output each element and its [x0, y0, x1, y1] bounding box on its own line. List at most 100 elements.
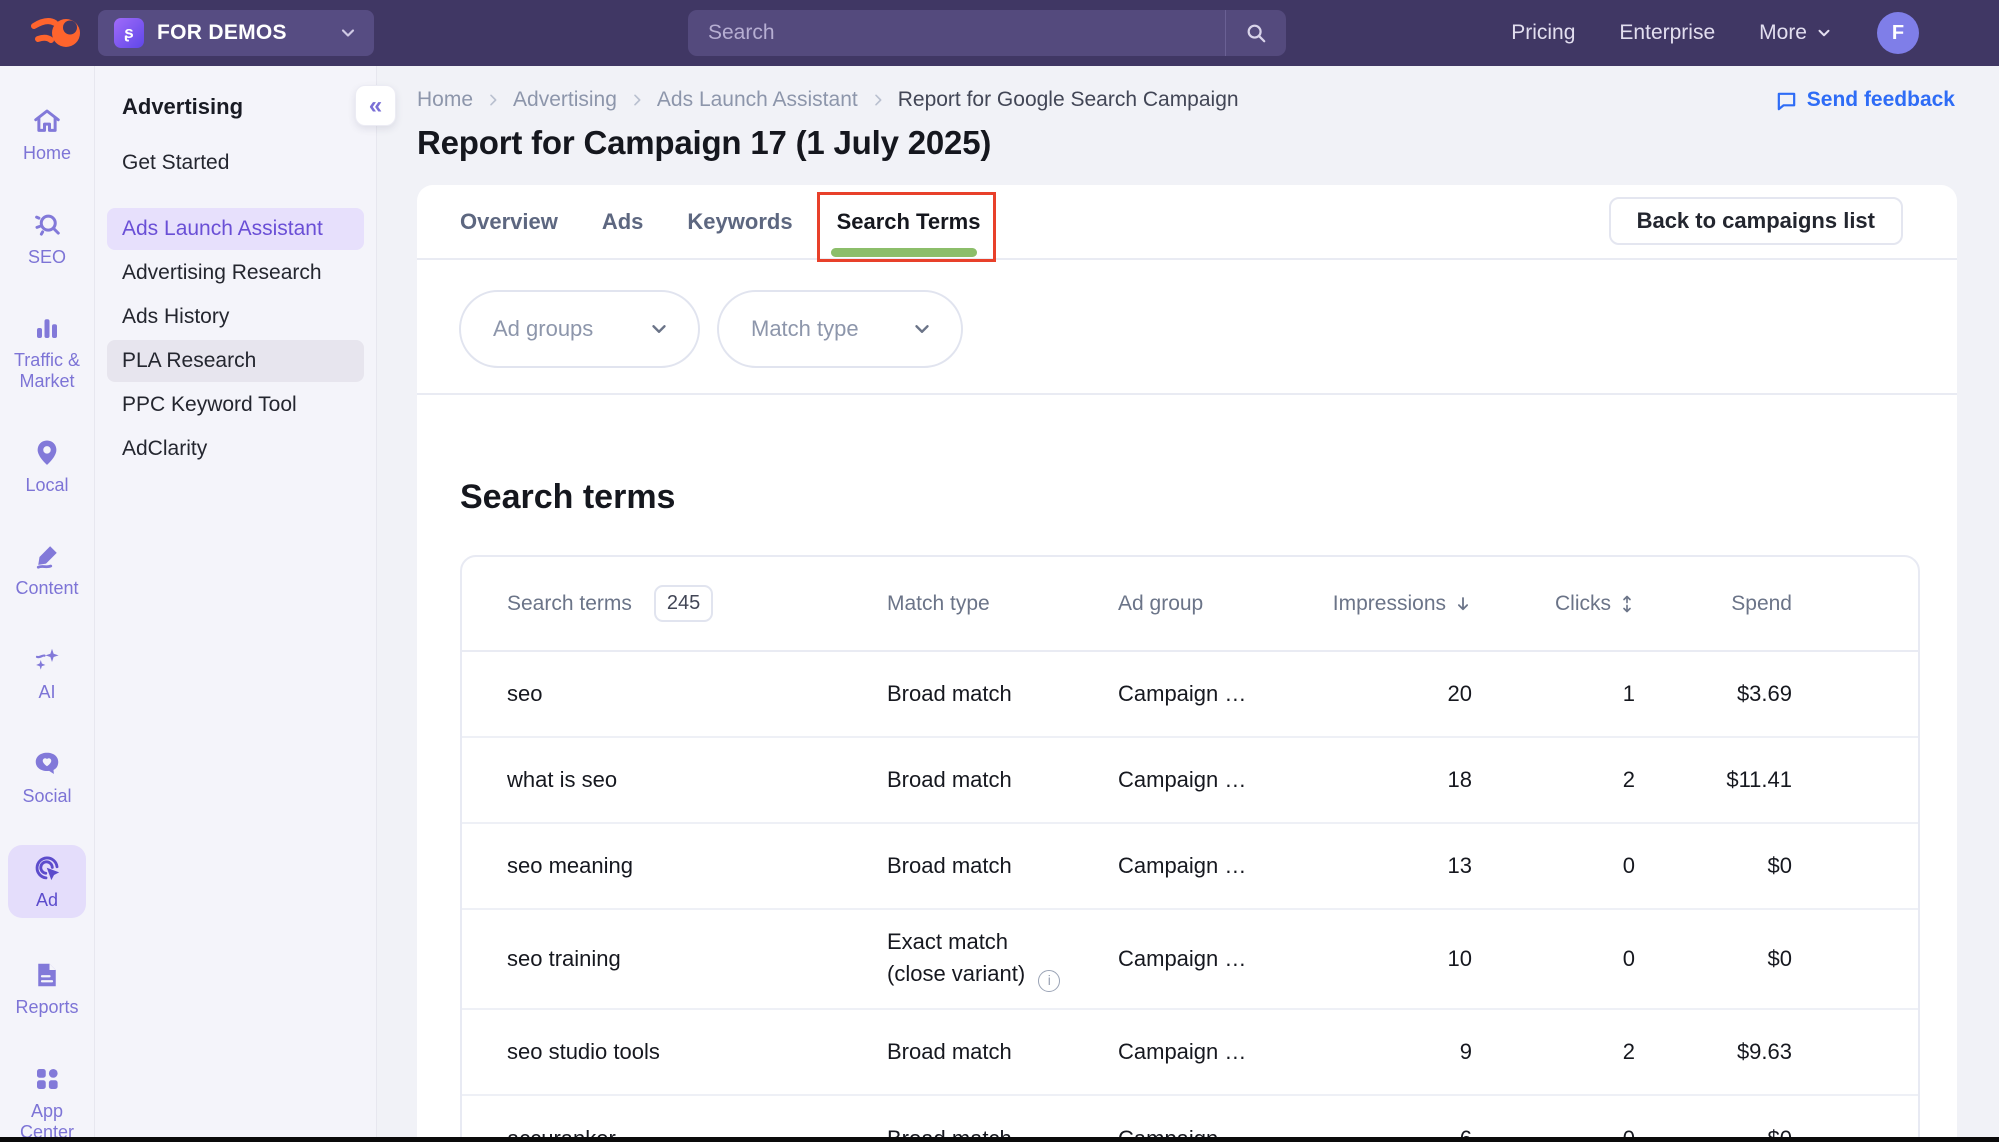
search-terms-table: Search terms 245 Match type Ad group Imp…	[460, 555, 1920, 1142]
search-icon[interactable]	[1226, 10, 1286, 56]
rail-item-reports[interactable]: Reports	[8, 952, 86, 1026]
col-match-type: Match type	[887, 592, 1118, 616]
rail-item-ai[interactable]: AI	[8, 637, 86, 711]
table-header: Search terms 245 Match type Ad group Imp…	[462, 557, 1918, 652]
reports-icon	[32, 960, 62, 990]
rail-item-social[interactable]: Social	[8, 741, 86, 815]
advertising-sidebar: « Advertising Get Started Ads Launch Ass…	[95, 66, 377, 1142]
search-term-cell: seo studio tools	[507, 1039, 887, 1065]
nav-enterprise[interactable]: Enterprise	[1619, 21, 1715, 45]
match-type-cell: Broad match	[887, 853, 1118, 879]
global-search	[688, 10, 1286, 56]
tab-search-terms[interactable]: Search Terms	[837, 209, 981, 235]
sort-desc-icon	[1454, 595, 1472, 613]
nav-more[interactable]: More	[1759, 21, 1833, 45]
col-search-terms: Search terms 245	[507, 585, 887, 622]
ad-group-cell: Campaign …	[1118, 946, 1312, 972]
col-impressions[interactable]: Impressions	[1312, 592, 1472, 616]
sidebar-item-get-started[interactable]: Get Started	[107, 142, 364, 184]
filter-bar: Ad groups Match type	[417, 260, 1957, 395]
table-row[interactable]: accuranker Broad match Campaign … 6 0 $0	[462, 1096, 1918, 1142]
count-badge: 245	[654, 585, 713, 622]
feedback-icon	[1775, 89, 1798, 112]
rail-item-seo[interactable]: SEO	[8, 202, 86, 276]
chevron-right-icon	[629, 92, 645, 108]
breadcrumb: Home Advertising Ads Launch Assistant Re…	[417, 88, 1239, 112]
nav-pricing[interactable]: Pricing	[1511, 21, 1575, 45]
ai-icon	[32, 645, 62, 675]
match-type-cell: Broad match	[887, 1039, 1118, 1065]
impressions-cell: 20	[1312, 681, 1472, 707]
ad-group-cell: Campaign …	[1118, 767, 1312, 793]
rail-item-home[interactable]: Home	[8, 98, 86, 172]
tab-ads[interactable]: Ads	[602, 209, 644, 235]
col-ad-group: Ad group	[1118, 592, 1312, 616]
col-spend: Spend	[1635, 592, 1792, 616]
project-selector[interactable]: ʂ FOR DEMOS	[98, 10, 374, 56]
table-row[interactable]: seo Broad match Campaign … 20 1 $3.69	[462, 652, 1918, 738]
breadcrumb-ads-launch-assistant[interactable]: Ads Launch Assistant	[657, 88, 858, 112]
ad-groups-filter[interactable]: Ad groups	[459, 290, 700, 368]
app-center-icon	[32, 1064, 62, 1094]
send-feedback-link[interactable]: Send feedback	[1775, 88, 1955, 112]
rail-item-content[interactable]: Content	[8, 533, 86, 607]
rail-item-app-center[interactable]: App Center	[8, 1056, 86, 1142]
table-row[interactable]: seo meaning Broad match Campaign … 13 0 …	[462, 824, 1918, 910]
match-type-cell: Broad match	[887, 681, 1118, 707]
clicks-cell: 0	[1472, 853, 1635, 879]
semrush-logo-icon[interactable]	[30, 13, 84, 53]
sidebar-item-pla-research[interactable]: PLA Research	[107, 340, 364, 382]
project-label: FOR DEMOS	[157, 21, 338, 45]
social-icon	[32, 749, 62, 779]
rail-item-traffic-market[interactable]: Traffic & Market	[8, 305, 86, 399]
chevron-down-icon	[648, 318, 670, 340]
breadcrumb-advertising[interactable]: Advertising	[513, 88, 617, 112]
main-content: Home Advertising Ads Launch Assistant Re…	[378, 66, 1999, 1142]
rail-item-local[interactable]: Local	[8, 430, 86, 504]
table-row[interactable]: seo training Exact match (close variant)…	[462, 910, 1918, 1010]
sidebar-item-ppc-keyword-tool[interactable]: PPC Keyword Tool	[107, 384, 364, 426]
active-tab-underline	[831, 248, 977, 257]
page-title: Report for Campaign 17 (1 July 2025)	[417, 124, 991, 162]
chevron-right-icon	[485, 92, 501, 108]
breadcrumb-home[interactable]: Home	[417, 88, 473, 112]
info-icon[interactable]: i	[1038, 970, 1060, 992]
sidebar-item-ads-launch-assistant[interactable]: Ads Launch Assistant	[107, 208, 364, 250]
top-bar: ʂ FOR DEMOS Pricing Enterprise More F	[0, 0, 1999, 66]
impressions-cell: 9	[1312, 1039, 1472, 1065]
impressions-cell: 10	[1312, 946, 1472, 972]
match-type-filter[interactable]: Match type	[717, 290, 963, 368]
search-input[interactable]	[688, 10, 1225, 56]
chevron-down-icon	[1815, 24, 1833, 42]
impressions-cell: 13	[1312, 853, 1472, 879]
col-clicks[interactable]: Clicks	[1472, 592, 1635, 616]
icon-rail: Home SEO Traffic & Market Local Content …	[0, 66, 95, 1142]
back-to-campaigns-button[interactable]: Back to campaigns list	[1609, 197, 1903, 245]
search-term-cell: seo meaning	[507, 853, 887, 879]
avatar[interactable]: F	[1877, 12, 1919, 54]
table-row[interactable]: seo studio tools Broad match Campaign … …	[462, 1010, 1918, 1096]
sidebar-item-advertising-research[interactable]: Advertising Research	[107, 252, 364, 294]
sidebar-item-ads-history[interactable]: Ads History	[107, 296, 364, 338]
tab-bar: Overview Ads Keywords Search Terms Back …	[417, 185, 1957, 260]
local-icon	[32, 438, 62, 468]
sort-both-icon	[1619, 595, 1635, 613]
collapse-sidebar-button[interactable]: «	[355, 85, 396, 126]
spend-cell: $0	[1635, 946, 1792, 972]
tab-overview[interactable]: Overview	[460, 209, 558, 235]
table-row[interactable]: what is seo Broad match Campaign … 18 2 …	[462, 738, 1918, 824]
project-icon: ʂ	[114, 18, 144, 48]
sidebar-item-adclarity[interactable]: AdClarity	[107, 428, 364, 470]
ad-group-cell: Campaign …	[1118, 1039, 1312, 1065]
rail-item-ad[interactable]: Ad	[8, 845, 86, 919]
clicks-cell: 0	[1472, 946, 1635, 972]
search-term-cell: seo training	[507, 946, 887, 972]
search-term-cell: seo	[507, 681, 887, 707]
traffic-market-icon	[32, 313, 62, 343]
screenshot-bottom-edge	[0, 1137, 1999, 1142]
search-term-cell: what is seo	[507, 767, 887, 793]
clicks-cell: 2	[1472, 1039, 1635, 1065]
report-card: Overview Ads Keywords Search Terms Back …	[417, 185, 1957, 1142]
chevron-right-icon	[870, 92, 886, 108]
tab-keywords[interactable]: Keywords	[687, 209, 792, 235]
